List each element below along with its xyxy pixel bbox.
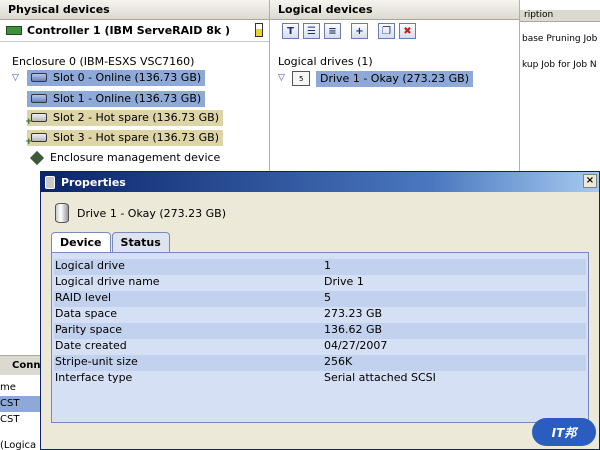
list-item[interactable]: kup Job for Job N — [520, 60, 600, 74]
list-item[interactable]: base Pruning Job — [520, 34, 600, 48]
property-value: 04/27/2007 — [324, 339, 388, 352]
slot-1[interactable]: Slot 1 - Online (136.73 GB) — [27, 91, 206, 107]
properties-grid: Logical drive 1 Logical drive name Drive 1… — [51, 252, 589, 423]
table-row: Parity space 136.62 GB — [54, 323, 586, 339]
property-value: 273.23 GB — [324, 307, 383, 320]
table-row: RAID level 5 — [54, 291, 586, 307]
physical-devices-header: Physical devices — [0, 0, 269, 20]
add-icon[interactable]: + — [351, 23, 368, 39]
property-key: Logical drive name — [55, 275, 160, 288]
property-key: RAID level — [55, 291, 112, 304]
list-item[interactable]: CST — [0, 412, 40, 428]
hard-drive-icon — [31, 113, 47, 122]
jobs-pane: ription base Pruning Job kup Job for Job… — [520, 0, 600, 180]
details-view-icon[interactable]: ≡ — [324, 23, 341, 39]
controller-icon — [6, 26, 22, 35]
property-key: Parity space — [55, 323, 123, 336]
properties-dialog: Properties × Drive 1 - Okay (273.23 GB) … — [40, 171, 600, 450]
table-row: Stripe-unit size 256K — [54, 355, 586, 371]
property-value: Drive 1 — [324, 275, 364, 288]
connections-list: me CST CST — [0, 380, 40, 428]
hard-drive-icon — [31, 73, 47, 82]
property-key: Logical drive — [55, 259, 125, 272]
logical-toolbar: T ☰ ≡ + ❐ ✖ — [282, 23, 416, 39]
logical-drives-label: Logical drives (1) — [278, 55, 373, 68]
property-value: Serial attached SCSI — [324, 371, 436, 384]
text-view-button[interactable]: T — [282, 23, 299, 39]
table-row: Interface type Serial attached SCSI — [54, 371, 586, 387]
dialog-heading-label: Drive 1 - Okay (273.23 GB) — [77, 206, 227, 220]
tab-device[interactable]: Device — [51, 232, 111, 253]
hot-spare-plus-icon: + — [25, 137, 33, 147]
hot-spare-plus-icon: + — [25, 117, 33, 127]
copy-icon[interactable]: ❐ — [378, 23, 395, 39]
raid-drive-icon: 5 — [292, 71, 310, 86]
mgmt-label: Enclosure management device — [50, 151, 221, 164]
disk-icon — [55, 203, 69, 223]
properties-icon — [45, 175, 55, 189]
slot-label: Slot 3 - Hot spare (136.73 GB) — [53, 131, 219, 144]
dialog-titlebar[interactable]: Properties × — [41, 172, 599, 192]
slot-2[interactable]: + Slot 2 - Hot spare (136.73 GB) — [25, 110, 223, 127]
slot-label: Slot 0 - Online (136.73 GB) — [53, 71, 202, 84]
list-view-icon[interactable]: ☰ — [303, 23, 320, 39]
logical-drive-1[interactable]: Drive 1 - Okay (273.23 GB) — [316, 71, 474, 87]
table-row: Data space 273.23 GB — [54, 307, 586, 323]
table-row: Logical drive 1 — [54, 259, 586, 275]
slot-3[interactable]: + Slot 3 - Hot spare (136.73 GB) — [25, 130, 223, 147]
controller-label: Controller 1 (IBM ServeRAID 8k ) — [27, 24, 231, 37]
dialog-tabs: Device Status — [51, 232, 171, 253]
expand-triangle-icon[interactable]: ▽ — [12, 73, 19, 83]
property-key: Date created — [55, 339, 127, 352]
watermark-logo: IT邦 — [532, 418, 596, 446]
property-value: 1 — [324, 259, 331, 272]
property-key: Stripe-unit size — [55, 355, 138, 368]
dialog-heading: Drive 1 - Okay (273.23 GB) — [55, 203, 226, 223]
property-value: 136.62 GB — [324, 323, 383, 336]
list-item[interactable]: CST — [0, 396, 40, 412]
close-button[interactable]: × — [583, 174, 597, 188]
property-value: 5 — [324, 291, 331, 304]
status-text: (Logica — [0, 440, 37, 450]
description-column-header[interactable]: ription — [520, 10, 600, 22]
slot-label: Slot 1 - Online (136.73 GB) — [53, 92, 202, 105]
property-value: 256K — [324, 355, 353, 368]
chip-icon — [29, 150, 45, 165]
connections-tab[interactable]: Conn — [0, 355, 40, 375]
expand-triangle-icon[interactable]: ▽ — [278, 73, 285, 83]
table-row: Date created 04/27/2007 — [54, 339, 586, 355]
hard-drive-icon — [31, 133, 47, 142]
property-key: Data space — [55, 307, 118, 320]
logical-devices-header: Logical devices — [270, 0, 519, 20]
table-row: Logical drive name Drive 1 — [54, 275, 586, 291]
enclosure-label: Enclosure 0 (IBM-ESXS VSC7160) — [12, 55, 195, 68]
delete-icon[interactable]: ✖ — [399, 23, 416, 39]
list-item[interactable]: me — [0, 380, 40, 396]
tab-status[interactable]: Status — [111, 232, 170, 252]
battery-icon — [255, 23, 263, 37]
slot-label: Slot 2 - Hot spare (136.73 GB) — [53, 111, 219, 124]
property-key: Interface type — [55, 371, 133, 384]
slot-0[interactable]: Slot 0 - Online (136.73 GB) — [27, 70, 206, 86]
hard-drive-icon — [31, 94, 47, 103]
controller-row[interactable]: Controller 1 (IBM ServeRAID 8k ) — [0, 20, 269, 42]
dialog-title: Properties — [61, 175, 126, 189]
enclosure-management-device[interactable]: Enclosure management device — [29, 150, 221, 165]
